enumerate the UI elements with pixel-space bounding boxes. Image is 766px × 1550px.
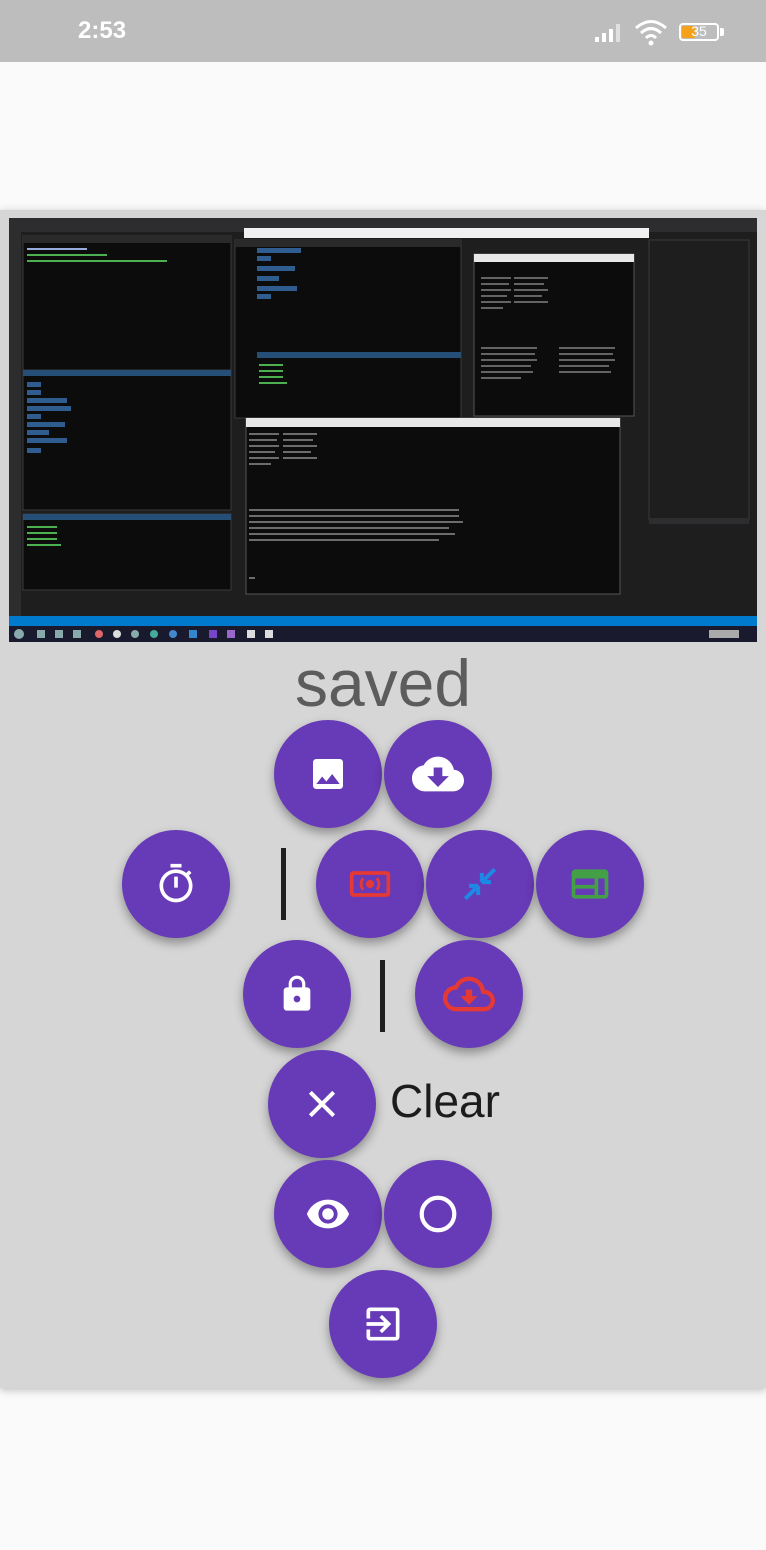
image-icon (313, 759, 343, 789)
cloud-download-button[interactable] (384, 720, 492, 828)
wifi-icon (635, 20, 667, 46)
close-icon (308, 1090, 336, 1118)
battery-level: 35 (691, 23, 707, 39)
shrink-button[interactable] (426, 830, 534, 938)
record-button[interactable] (384, 1160, 492, 1268)
saved-label: saved (294, 646, 472, 720)
clear-label: Clear (390, 1075, 500, 1127)
lock-button[interactable] (243, 940, 351, 1048)
screen-capture-icon (349, 871, 391, 897)
status-bar: 2:53 35 (0, 0, 766, 62)
cloud-download-icon (412, 756, 464, 792)
signal-icon (595, 24, 620, 42)
timer-icon (159, 863, 193, 903)
divider (380, 960, 385, 1032)
exit-to-app-icon (366, 1307, 400, 1341)
lock-icon (283, 975, 311, 1011)
exit-button[interactable] (329, 1270, 437, 1378)
layout-button[interactable] (536, 830, 644, 938)
cloud-download-icon (443, 976, 495, 1012)
battery-icon: 35 (679, 23, 719, 41)
timer-button[interactable] (122, 830, 230, 938)
clear-button[interactable] (268, 1050, 376, 1158)
arrows-in-icon (463, 867, 497, 901)
preview-button[interactable] (274, 1160, 382, 1268)
circle-outline-icon (419, 1195, 457, 1233)
capture-mode-button[interactable] (316, 830, 424, 938)
desktop-terminal-screenshot (9, 218, 757, 642)
eye-icon (306, 1199, 350, 1229)
cloud-download-red-button[interactable] (415, 940, 523, 1048)
status-time: 2:53 (78, 17, 127, 44)
web-layout-icon (571, 869, 609, 899)
gallery-button[interactable] (274, 720, 382, 828)
captured-screenshot[interactable] (9, 218, 757, 642)
divider (281, 848, 286, 920)
